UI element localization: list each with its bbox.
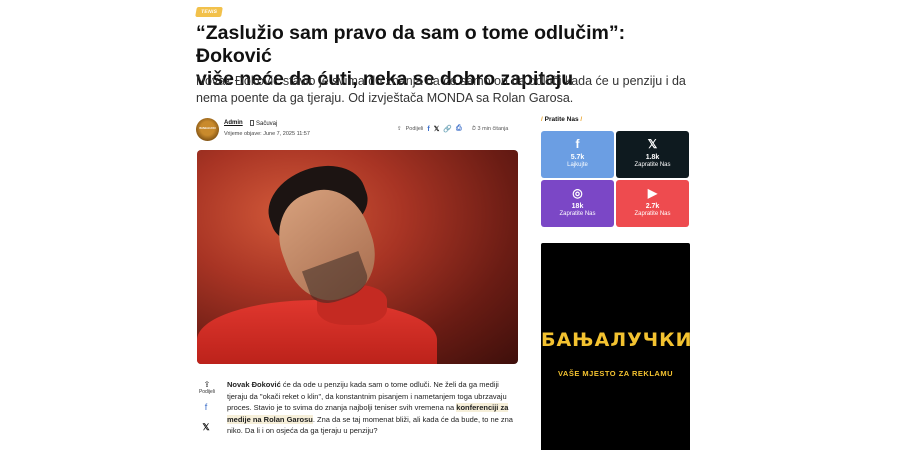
youtube-count: 2.7k	[645, 203, 660, 210]
youtube-follow-card[interactable]: ▶ 2.7k Zapratite Nas	[616, 180, 689, 227]
facebook-follow-card[interactable]: f 5.7k Lajkujte	[541, 131, 614, 178]
facebook-icon[interactable]: f	[197, 399, 215, 415]
copy-link-icon[interactable]: 🔗	[443, 125, 452, 133]
ad-title: БАЊАЛУЧКИ	[541, 329, 693, 351]
facebook-share-icon[interactable]: f	[427, 126, 429, 133]
floating-share-label: Podijeli	[198, 389, 216, 395]
facebook-count: 5.7k	[570, 154, 585, 161]
instagram-icon: ◎	[572, 186, 583, 200]
youtube-icon: ▶	[647, 186, 658, 200]
instagram-label: Zapratite Nas	[559, 211, 596, 217]
article-body: Novak Đoković će da ode u penziju kada s…	[227, 379, 519, 437]
instagram-count: 18k	[571, 203, 584, 210]
print-icon[interactable]: ⎙	[456, 125, 462, 133]
author-avatar[interactable]: BANJALUCKI	[196, 118, 219, 141]
read-time: ⏱ 3 min čitanja	[471, 125, 509, 132]
x-follow-card[interactable]: 𝕏 1.8k Zapratite Nas	[616, 131, 689, 178]
share-bar: ⇪ Podijeli f 𝕏 🔗 ⎙ ⏱ 3 min čitanja	[397, 125, 508, 133]
read-time-text: 3 min čitanja	[477, 125, 509, 132]
publish-date: Vrijeme objave: June 7, 2025 11:57	[224, 131, 310, 137]
article-meta: BANJALUCKI Admin Sačuvaj Vrijeme objave:…	[196, 118, 518, 142]
hero-image	[197, 150, 518, 364]
share-label: Podijeli	[405, 126, 424, 132]
save-label: Sačuvaj	[256, 121, 278, 127]
save-button[interactable]: Sačuvaj	[250, 120, 277, 127]
x-label: Zapratite Nas	[634, 162, 671, 168]
facebook-label: Lajkujte	[567, 162, 588, 168]
avatar-logo-text: BANJALUCKI	[199, 127, 216, 130]
share-icon: ⇪	[397, 126, 402, 132]
facebook-icon: f	[575, 137, 580, 151]
follow-us-text: Pratite Nas	[544, 116, 579, 123]
article-lead: Novak Đoković stavio je svima do znanja …	[196, 74, 686, 105]
author-link[interactable]: Admin	[224, 120, 243, 126]
bookmark-icon	[250, 120, 254, 126]
x-share-icon[interactable]: 𝕏	[434, 125, 440, 133]
ad-subtitle: VAŠE MJESTO ZA REKLAMU	[557, 369, 674, 378]
instagram-follow-card[interactable]: ◎ 18k Zapratite Nas	[541, 180, 614, 227]
follow-us-heading: / Pratite Nas /	[541, 116, 583, 123]
floating-share-bar: ⇪ Podijeli f 𝕏	[197, 380, 217, 435]
x-icon: 𝕏	[647, 137, 658, 151]
youtube-label: Zapratite Nas	[634, 211, 671, 217]
x-icon[interactable]: 𝕏	[197, 419, 215, 435]
category-tag[interactable]: TENIS	[195, 7, 224, 17]
x-count: 1.8k	[645, 154, 660, 161]
advertisement-banner[interactable]: БАЊАЛУЧКИ VAŠE MJESTO ZA REKLAMU	[541, 243, 693, 450]
person-name: Novak Đoković	[227, 380, 281, 389]
article-title-line1: “Zaslužio sam pravo da sam o tome odluči…	[196, 22, 626, 67]
floating-share-button[interactable]: ⇪ Podijeli	[197, 380, 217, 395]
share-icon: ⇪	[203, 380, 211, 389]
